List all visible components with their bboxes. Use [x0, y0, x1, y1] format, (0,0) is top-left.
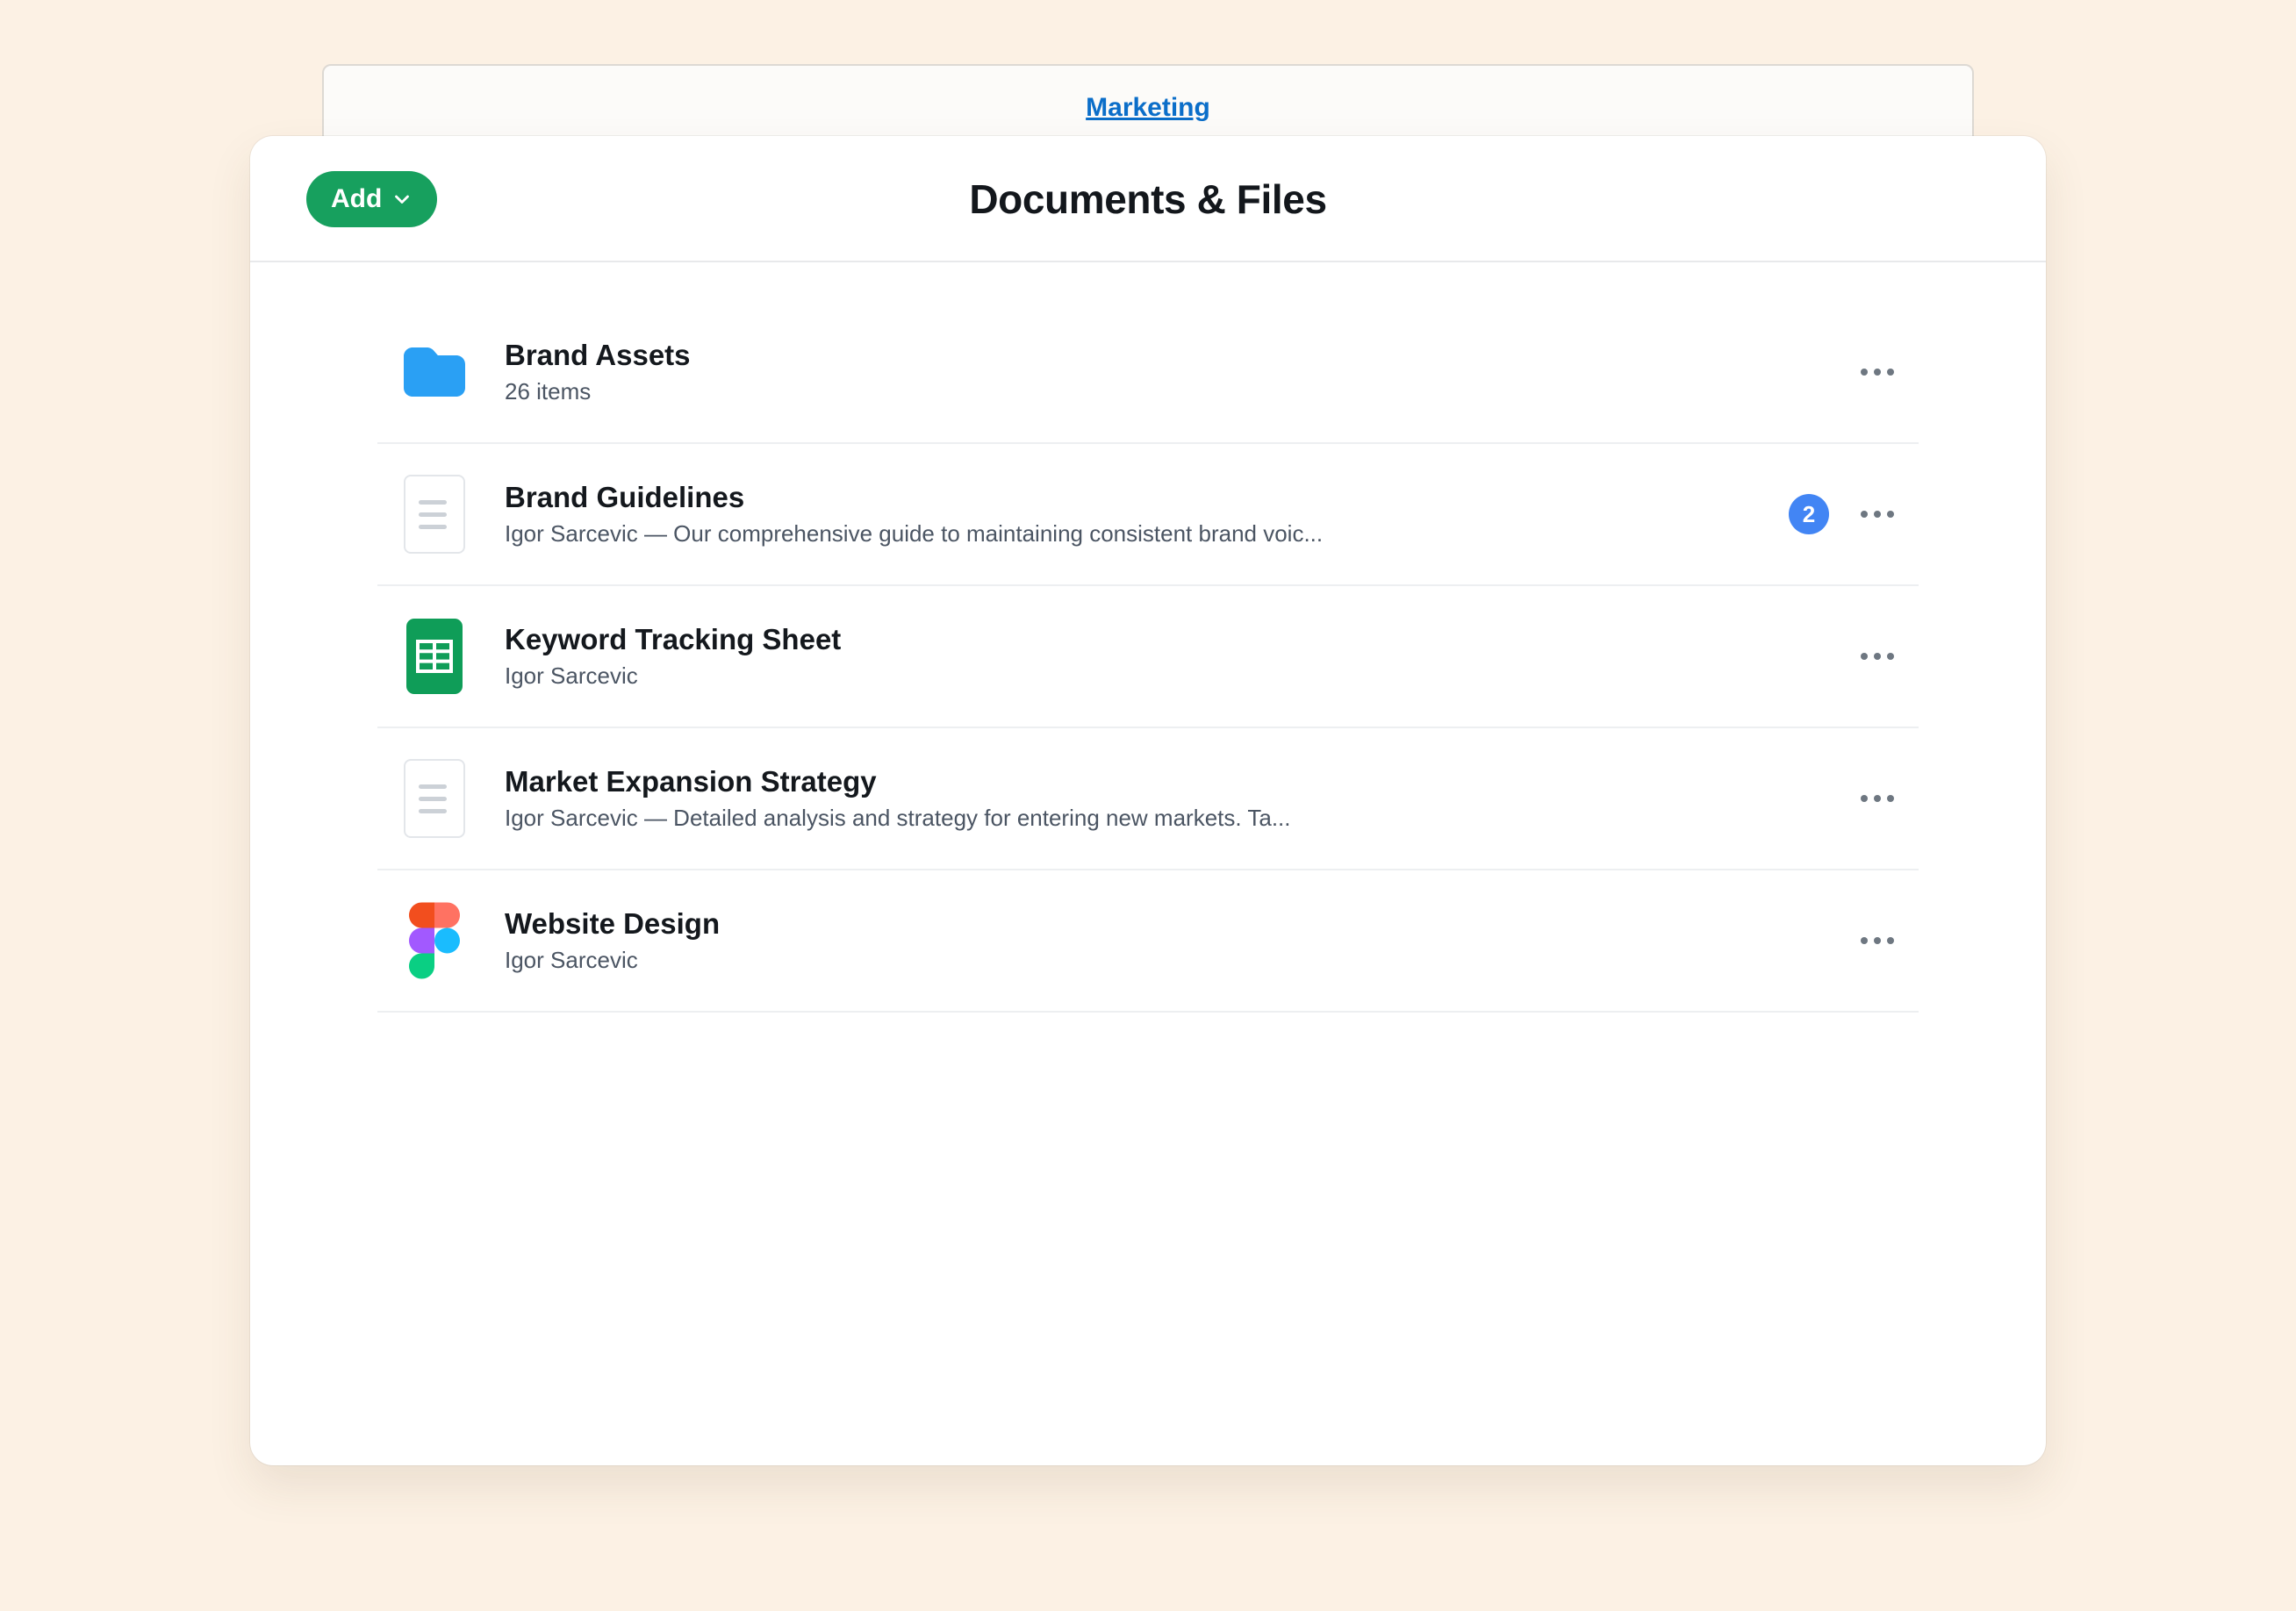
page-title: Documents & Files [250, 136, 2046, 262]
ellipsis-dot [1887, 369, 1894, 376]
doc-line [419, 512, 447, 517]
ellipsis-dot [1887, 653, 1894, 660]
ellipsis-dot [1861, 653, 1868, 660]
ellipsis-dot [1874, 937, 1881, 944]
item-title: Brand Guidelines [505, 481, 1789, 514]
doc-line [419, 500, 447, 505]
list-item[interactable]: Keyword Tracking Sheet Igor Sarcevic [377, 586, 1919, 728]
more-options-button[interactable] [1852, 928, 1903, 953]
item-text: Brand Guidelines Igor Sarcevic — Our com… [505, 481, 1789, 548]
more-options-button[interactable] [1852, 786, 1903, 811]
marketing-tab-link[interactable]: Marketing [1086, 93, 1210, 122]
figma-icon [409, 902, 460, 979]
item-meta: Igor Sarcevic [505, 662, 1852, 690]
doc-line [419, 809, 447, 813]
more-options-button[interactable] [1852, 644, 1903, 669]
item-text: Market Expansion Strategy Igor Sarcevic … [505, 765, 1852, 832]
ellipsis-dot [1874, 369, 1881, 376]
ellipsis-dot [1861, 511, 1868, 518]
item-text: Website Design Igor Sarcevic [505, 907, 1852, 974]
ellipsis-dot [1887, 937, 1894, 944]
item-meta: Igor Sarcevic — Our comprehensive guide … [505, 520, 1789, 548]
ellipsis-dot [1874, 511, 1881, 518]
item-icon-wrap [399, 619, 470, 694]
item-title: Keyword Tracking Sheet [505, 623, 1852, 656]
item-text: Keyword Tracking Sheet Igor Sarcevic [505, 623, 1852, 690]
ellipsis-dot [1887, 511, 1894, 518]
documents-panel: Add Documents & Files Brand Assets 26 it… [250, 136, 2046, 1465]
document-icon [404, 759, 465, 838]
ellipsis-dot [1861, 937, 1868, 944]
list-item[interactable]: Brand Assets 26 items [377, 302, 1919, 444]
list-item[interactable]: Market Expansion Strategy Igor Sarcevic … [377, 728, 1919, 870]
item-title: Market Expansion Strategy [505, 765, 1852, 798]
item-icon-wrap [399, 759, 470, 838]
document-list: Brand Assets 26 items Brand Guidelines I… [377, 262, 1919, 1013]
panel-header: Add Documents & Files [250, 136, 2046, 262]
item-text: Brand Assets 26 items [505, 339, 1852, 405]
comment-count-badge[interactable]: 2 [1789, 494, 1829, 534]
item-meta: Igor Sarcevic [505, 947, 1852, 974]
doc-line [419, 797, 447, 801]
doc-line [419, 784, 447, 789]
ellipsis-dot [1861, 369, 1868, 376]
ellipsis-dot [1874, 795, 1881, 802]
item-meta: Igor Sarcevic — Detailed analysis and st… [505, 805, 1852, 832]
item-meta: 26 items [505, 378, 1852, 405]
item-icon-wrap [399, 345, 470, 399]
doc-line [419, 525, 447, 529]
item-title: Brand Assets [505, 339, 1852, 372]
ellipsis-dot [1887, 795, 1894, 802]
list-item[interactable]: Brand Guidelines Igor Sarcevic — Our com… [377, 444, 1919, 586]
folder-icon [401, 345, 468, 399]
document-icon [404, 475, 465, 554]
more-options-button[interactable] [1852, 360, 1903, 384]
ellipsis-dot [1874, 653, 1881, 660]
more-options-button[interactable] [1852, 502, 1903, 526]
item-icon-wrap [399, 902, 470, 979]
list-item[interactable]: Website Design Igor Sarcevic [377, 870, 1919, 1013]
spreadsheet-icon [406, 619, 463, 694]
ellipsis-dot [1861, 795, 1868, 802]
item-title: Website Design [505, 907, 1852, 941]
item-icon-wrap [399, 475, 470, 554]
